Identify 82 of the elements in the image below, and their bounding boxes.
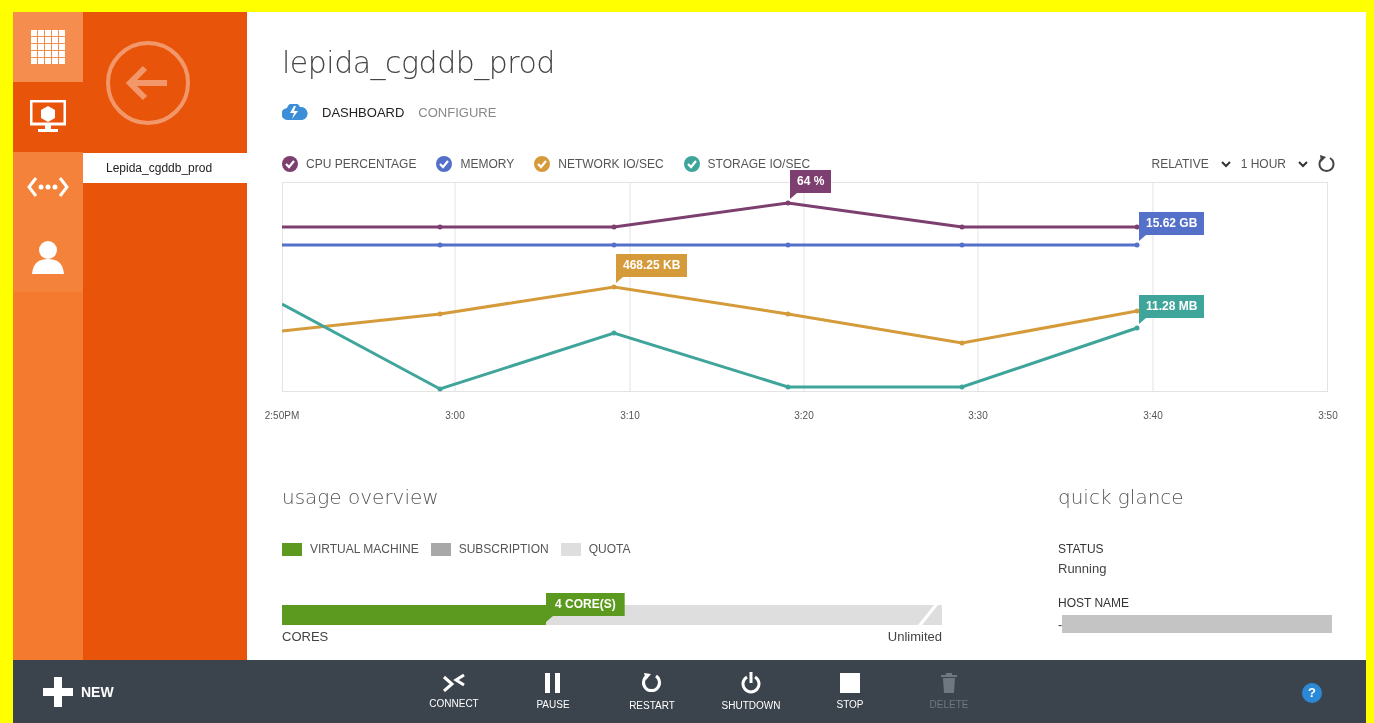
data-point [1134, 308, 1140, 314]
data-point [437, 386, 443, 392]
legend-label: STORAGE IO/SEC [707, 157, 811, 171]
data-point [959, 224, 965, 230]
data-point [437, 242, 443, 248]
command-button[interactable]: SHUTDOWN [708, 660, 794, 723]
field-value: Running [1058, 561, 1107, 576]
field-label: HOST NAME [1058, 596, 1131, 610]
trash-icon [941, 673, 957, 693]
check-circle-icon[interactable] [683, 156, 700, 172]
legend-label: CPU PERCENTAGE [306, 157, 417, 171]
data-point [785, 242, 791, 248]
legend-label: NETWORK IO/SEC [558, 157, 664, 171]
command-button[interactable]: CONNECT [411, 660, 497, 723]
check-circle-icon[interactable] [436, 156, 453, 172]
cloud-icon [282, 104, 308, 120]
help-button[interactable]: ? [1302, 683, 1322, 703]
data-point [959, 340, 965, 346]
nav-panel-item[interactable]: Lepida_cgddb_prod [83, 153, 247, 183]
data-point [437, 311, 443, 317]
data-point [1134, 224, 1140, 230]
check-circle-icon[interactable] [534, 156, 551, 172]
data-point [959, 242, 965, 248]
field-value: - [1058, 616, 1063, 632]
command-button[interactable]: PAUSE [510, 660, 596, 723]
data-point [1134, 242, 1140, 248]
range-dropdown[interactable]: RELATIVE [1151, 157, 1231, 171]
check-circle-icon[interactable] [282, 156, 298, 172]
section-title: quick glance [1058, 485, 1185, 509]
refresh-icon[interactable] [1318, 155, 1336, 173]
data-point [437, 224, 443, 230]
chevron-icon [1298, 160, 1308, 168]
pause-icon [545, 673, 561, 693]
chevron-icon [1220, 160, 1231, 168]
axis-tick-label: 3:50 [1318, 410, 1338, 421]
axis-tick-label: 3:40 [1143, 410, 1163, 421]
axis-tick-label: 3:20 [794, 410, 814, 421]
page-title: lepida_cgddb_prod [282, 45, 556, 80]
value-callout: 15.62 GB [1139, 212, 1205, 241]
nav-rail-item[interactable] [13, 152, 83, 222]
value-callout: 64 % [790, 170, 832, 199]
data-point [959, 384, 965, 390]
monitor-icon [30, 100, 66, 134]
data-point [611, 330, 617, 336]
connect-icon [442, 674, 466, 692]
nav-rail-item[interactable] [13, 222, 83, 292]
network-icon [27, 176, 69, 198]
power-icon [741, 672, 761, 694]
data-point [1134, 325, 1140, 331]
user-icon [31, 240, 65, 274]
legend-label: VIRTUAL MACHINE [310, 542, 419, 556]
axis-tick-label: 3:10 [620, 410, 640, 421]
legend-label: QUOTA [588, 542, 631, 556]
section-title: usage overview [282, 485, 440, 509]
command-button[interactable]: STOP [807, 660, 893, 723]
tab[interactable]: CONFIGURE [418, 104, 497, 120]
value-callout: 468.25 KB [616, 254, 688, 283]
new-button[interactable]: NEW [43, 676, 114, 707]
plus-icon [43, 676, 73, 707]
data-point [611, 242, 617, 248]
stop-icon [840, 673, 860, 693]
data-point [611, 224, 617, 230]
axis-tick-label: 3:00 [445, 410, 465, 421]
data-point [785, 200, 791, 206]
tab[interactable]: DASHBOARD [322, 104, 405, 120]
field-label: STATUS [1058, 542, 1105, 556]
data-point [785, 311, 791, 317]
grid-icon [31, 30, 65, 64]
axis-tick-label: 2:50PM [264, 410, 300, 421]
bar-label: CORES [282, 629, 329, 644]
legend-label: MEMORY [460, 157, 515, 171]
nav-rail-item[interactable] [13, 82, 83, 152]
data-point [785, 384, 791, 390]
nav-rail-item[interactable] [13, 12, 83, 82]
legend-label: SUBSCRIPTION [458, 542, 549, 556]
data-point [611, 284, 617, 290]
range-dropdown[interactable]: 1 HOUR [1240, 157, 1308, 171]
bar-limit: Unlimited [887, 629, 942, 644]
axis-tick-label: 3:30 [968, 410, 988, 421]
value-callout: 11.28 MB [1139, 295, 1205, 324]
restart-icon [641, 672, 663, 694]
command-button[interactable]: RESTART [609, 660, 695, 723]
